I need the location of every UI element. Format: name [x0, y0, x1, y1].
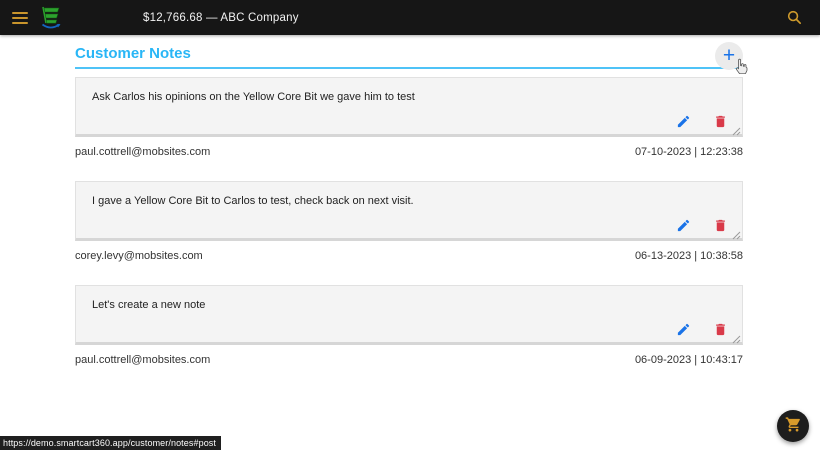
note-text: I gave a Yellow Core Bit to Carlos to te…	[92, 195, 414, 207]
textarea-resize-handle[interactable]	[732, 127, 741, 136]
delete-note-button[interactable]	[713, 322, 728, 337]
note-item: I gave a Yellow Core Bit to Carlos to te…	[75, 181, 743, 262]
hamburger-menu-icon[interactable]	[12, 11, 28, 24]
page-header: Customer Notes +	[75, 41, 748, 75]
smartcart-logo-icon[interactable]	[37, 4, 63, 32]
edit-note-button[interactable]	[676, 322, 691, 337]
pencil-icon	[676, 219, 691, 236]
delete-note-button[interactable]	[713, 218, 728, 233]
edit-note-button[interactable]	[676, 114, 691, 129]
trash-icon	[713, 219, 728, 236]
edit-note-button[interactable]	[676, 218, 691, 233]
note-timestamp: 07-10-2023 | 12:23:38	[634, 146, 743, 158]
note-textarea[interactable]: Let's create a new note	[75, 285, 743, 345]
customer-notes-page: Customer Notes + Ask Carlos his opinions…	[75, 35, 748, 366]
plus-icon: +	[722, 44, 736, 67]
note-text: Ask Carlos his opinions on the Yellow Co…	[92, 91, 415, 103]
add-note-button[interactable]: +	[715, 42, 748, 75]
note-item: Let's create a new note paul.cottrell@mo…	[75, 285, 743, 366]
shopping-cart-icon	[785, 416, 802, 436]
cart-fab-button[interactable]	[777, 410, 809, 442]
textarea-resize-handle[interactable]	[732, 231, 741, 240]
note-author: corey.levy@mobsites.com	[75, 250, 203, 262]
textarea-resize-handle[interactable]	[732, 335, 741, 344]
pencil-icon	[676, 323, 691, 340]
delete-note-button[interactable]	[713, 114, 728, 129]
note-timestamp: 06-13-2023 | 10:38:58	[634, 250, 743, 262]
top-app-bar: $12,766.68 — ABC Company	[0, 0, 820, 35]
status-bar-url: https://demo.smartcart360.app/customer/n…	[0, 435, 223, 450]
account-balance-title: $12,766.68 — ABC Company	[143, 11, 299, 24]
search-icon[interactable]	[786, 9, 803, 26]
note-author: paul.cottrell@mobsites.com	[75, 146, 211, 158]
trash-icon	[713, 115, 728, 132]
note-item: Ask Carlos his opinions on the Yellow Co…	[75, 77, 743, 158]
note-text: Let's create a new note	[92, 299, 206, 311]
note-timestamp: 06-09-2023 | 10:43:17	[634, 354, 743, 366]
trash-icon	[713, 323, 728, 340]
note-author: paul.cottrell@mobsites.com	[75, 354, 211, 366]
note-textarea[interactable]: I gave a Yellow Core Bit to Carlos to te…	[75, 181, 743, 241]
pencil-icon	[676, 115, 691, 132]
note-textarea[interactable]: Ask Carlos his opinions on the Yellow Co…	[75, 77, 743, 137]
page-title: Customer Notes	[75, 44, 191, 62]
